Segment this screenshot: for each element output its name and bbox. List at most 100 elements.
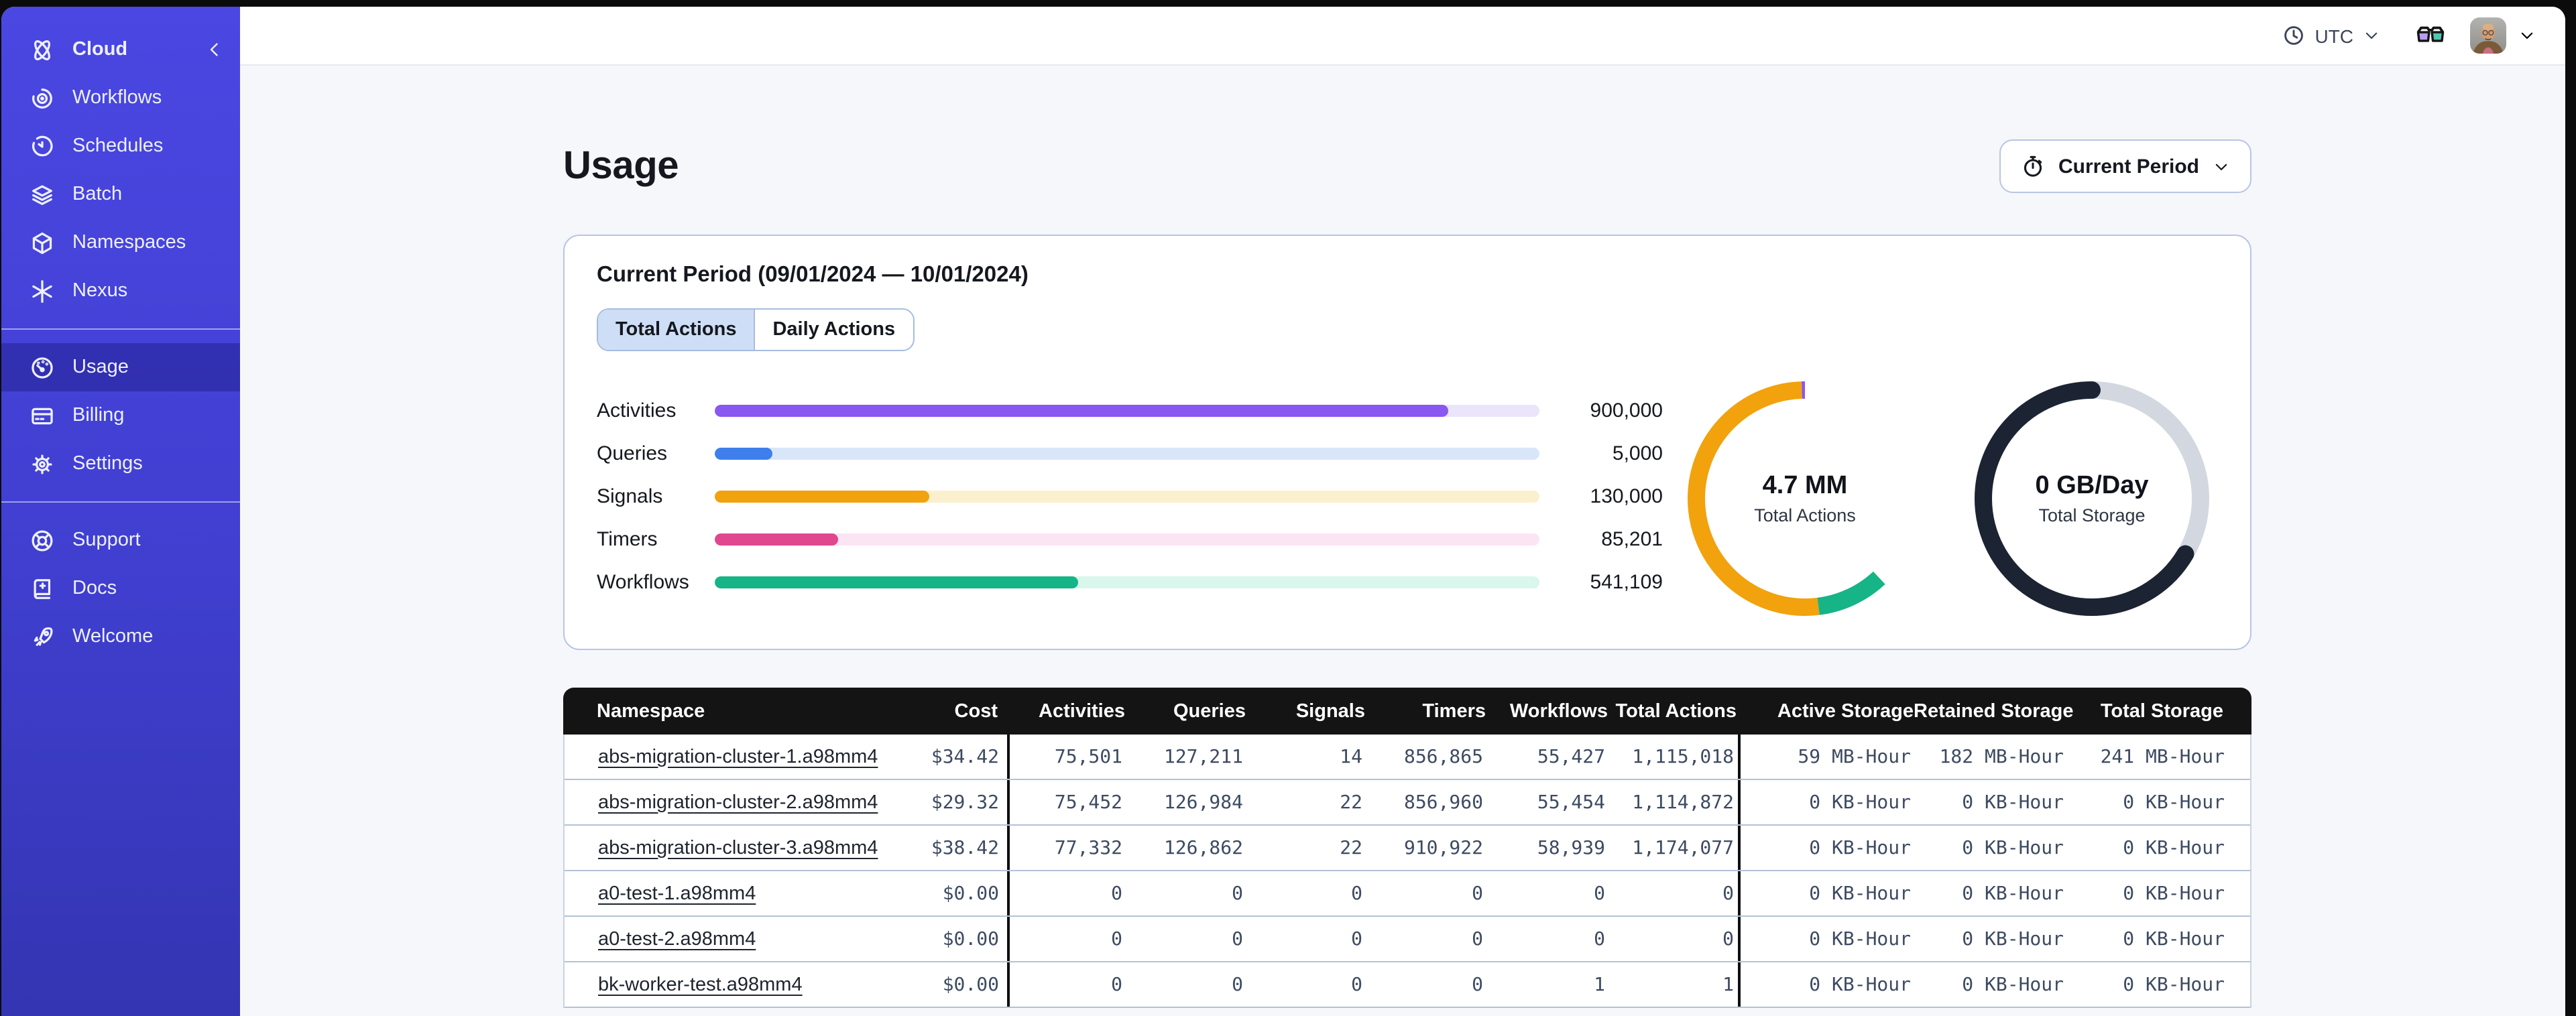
title-row: Usage Current Period: [563, 138, 2251, 194]
cost-cell: $0.00: [942, 928, 999, 950]
cost-cell: $34.42: [931, 746, 999, 767]
namespace-cell: abs-migration-cluster-3.a98mm4: [565, 836, 919, 860]
settings-icon: [30, 451, 55, 477]
active-storage-cell: 0 KB-Hour: [1809, 974, 1911, 995]
main-column: UTC Usage Current Period Current Period …: [240, 7, 2565, 1016]
bar-fill: [715, 404, 1449, 416]
active-storage-cell: 59 MB-Hour: [1798, 746, 1911, 767]
bar-track: [715, 533, 1539, 545]
sidebar-item-label: Support: [72, 529, 141, 551]
sidebar: Cloud Workflows Schedules Batch Namespaces N…: [1, 7, 240, 1016]
namespace-cell: a0-test-1.a98mm4: [565, 881, 919, 905]
signals-cell: 14: [1340, 746, 1362, 767]
sidebar-item-label: Workflows: [72, 87, 162, 109]
signals-cell: 22: [1340, 837, 1362, 859]
bar-label: Signals: [597, 485, 663, 507]
sidebar-item-label: Schedules: [72, 135, 164, 157]
topbar: UTC: [240, 7, 2565, 66]
retained-storage-cell: 182 MB-Hour: [1939, 746, 2064, 767]
table-row: a0-test-1.a98mm4 $0.00 0 0 0 0 0 0 0 KB-Hour 0 KB…: [565, 871, 2250, 917]
workflows-cell: 0: [1594, 883, 1605, 904]
sidebar-item-billing[interactable]: Billing: [1, 391, 240, 440]
namespace-link[interactable]: abs-migration-cluster-2.a98mm4: [598, 791, 878, 813]
signals-cell: 0: [1351, 883, 1362, 904]
timers-cell: 910,922: [1403, 837, 1483, 859]
timezone-selector[interactable]: UTC: [2282, 24, 2380, 47]
namespace-link[interactable]: abs-migration-cluster-3.a98mm4: [598, 837, 878, 859]
namespace-link[interactable]: bk-worker-test.a98mm4: [598, 974, 803, 995]
signals-cell: 0: [1351, 928, 1362, 950]
queries-cell: 126,984: [1163, 791, 1243, 813]
tab-total-actions[interactable]: Total Actions: [598, 310, 756, 350]
docs-icon: [30, 576, 55, 601]
usage-bar-queries: Queries 5,000: [597, 432, 1663, 474]
cost-cell: $38.42: [931, 837, 999, 859]
column-header-namespace: Namespace: [597, 700, 705, 722]
usage-donuts: 4.7 MM Total Actions 0 GB/Day Total Storage: [1687, 381, 2218, 617]
namespace-link[interactable]: abs-migration-cluster-1.a98mm4: [598, 746, 878, 767]
active-storage-cell: 0 KB-Hour: [1809, 928, 1911, 950]
sidebar-item-namespaces[interactable]: Namespaces: [1, 218, 240, 267]
column-header-queries: Queries: [1173, 700, 1246, 722]
activities-cell: 0: [1111, 883, 1122, 904]
bar-label: Workflows: [597, 570, 689, 593]
queries-cell: 0: [1232, 974, 1243, 995]
activities-cell: 0: [1111, 928, 1122, 950]
column-header-timers: Timers: [1422, 700, 1486, 722]
signals-cell: 22: [1340, 791, 1362, 813]
stage: Cloud Workflows Schedules Batch Namespaces N…: [0, 0, 2576, 1016]
table-row: abs-migration-cluster-1.a98mm4 $34.42 75,5…: [565, 735, 2250, 780]
account-menu-chevron-icon[interactable]: [2518, 27, 2536, 44]
table-row: abs-migration-cluster-2.a98mm4 $29.32 75,4…: [565, 780, 2250, 826]
sidebar-item-nexus[interactable]: Nexus: [1, 267, 240, 315]
total-actions-cell: 1,115,018: [1632, 746, 1734, 767]
table-header: Namespace Cost Activities Queries Signals Tim…: [563, 688, 2251, 735]
active-storage-cell: 0 KB-Hour: [1809, 791, 1911, 813]
usage-bars: Activities 900,000 Queries 5,000 Signals 130,…: [597, 389, 1663, 603]
workflows-cell: 55,454: [1537, 791, 1605, 813]
sidebar-item-usage[interactable]: Usage: [1, 343, 240, 391]
chevron-down-icon: [2213, 157, 2230, 175]
panel-title: Current Period (09/01/2024 — 10/01/2024): [597, 263, 1029, 287]
sidebar-divider: [1, 501, 240, 503]
sidebar-item-support[interactable]: Support: [1, 516, 240, 564]
sidebar-item-schedules[interactable]: Schedules: [1, 122, 240, 170]
donut-total-actions: 4.7 MM Total Actions: [1687, 381, 1923, 617]
namespace-link[interactable]: a0-test-1.a98mm4: [598, 883, 756, 904]
sidebar-item-workflows[interactable]: Workflows: [1, 74, 240, 122]
sidebar-header: Cloud: [1, 25, 240, 74]
donut-value: 0 GB/Day: [2035, 472, 2149, 500]
table-row: abs-migration-cluster-3.a98mm4 $38.42 77,3…: [565, 826, 2250, 871]
table-row: a0-test-2.a98mm4 $0.00 0 0 0 0 0 0 0 KB-Hour 0 KB…: [565, 917, 2250, 962]
sidebar-item-welcome[interactable]: Welcome: [1, 613, 240, 661]
incognito-glasses-icon[interactable]: [2415, 24, 2446, 47]
total-actions-cell: 1,114,872: [1632, 791, 1734, 813]
total-storage-cell: 0 KB-Hour: [2123, 928, 2225, 950]
tab-daily-actions[interactable]: Daily Actions: [755, 310, 913, 350]
queries-cell: 0: [1232, 928, 1243, 950]
sidebar-item-settings[interactable]: Settings: [1, 440, 240, 488]
sidebar-item-batch[interactable]: Batch: [1, 170, 240, 218]
namespace-link[interactable]: a0-test-2.a98mm4: [598, 928, 756, 950]
welcome-icon: [30, 624, 55, 649]
sidebar-item-label: Batch: [72, 184, 123, 205]
avatar[interactable]: [2470, 17, 2506, 54]
queries-cell: 0: [1232, 883, 1243, 904]
total-storage-cell: 241 MB-Hour: [2100, 746, 2225, 767]
bar-value: 130,000: [1590, 485, 1663, 507]
sidebar-item-docs[interactable]: Docs: [1, 564, 240, 613]
active-storage-cell: 0 KB-Hour: [1809, 837, 1911, 859]
retained-storage-cell: 0 KB-Hour: [1962, 974, 2064, 995]
bar-track: [715, 447, 1539, 459]
column-header-cost: Cost: [954, 700, 998, 722]
activities-cell: 75,501: [1054, 746, 1122, 767]
bar-value: 900,000: [1590, 399, 1663, 422]
namespace-cell: bk-worker-test.a98mm4: [565, 972, 919, 997]
sidebar-divider: [1, 328, 240, 330]
usage-table: Namespace Cost Activities Queries Signals Tim…: [563, 688, 2251, 1008]
collapse-sidebar-icon[interactable]: [205, 40, 224, 59]
chevron-down-icon: [2363, 27, 2380, 44]
usage-bar-workflows: Workflows 541,109: [597, 560, 1663, 603]
workflows-icon: [30, 85, 55, 111]
period-dropdown-button[interactable]: Current Period: [1999, 139, 2251, 193]
